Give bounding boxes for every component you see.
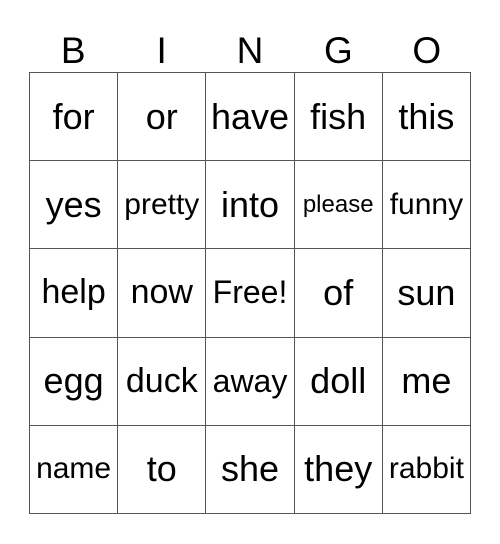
bingo-cell[interactable]: or [118, 73, 207, 162]
bingo-cell[interactable]: they [294, 425, 383, 514]
free-space-cell[interactable]: Free! [206, 249, 295, 338]
bingo-cell[interactable]: rabbit [382, 425, 471, 514]
bingo-cell[interactable]: now [118, 249, 207, 338]
bingo-cell[interactable]: me [382, 337, 471, 426]
bingo-cell[interactable]: name [30, 425, 119, 514]
bingo-cell[interactable]: help [30, 249, 119, 338]
header-letter-g: G [323, 30, 353, 71]
bingo-cell[interactable]: sun [382, 249, 471, 338]
header-letter-b: B [60, 30, 86, 71]
bingo-cell[interactable]: to [118, 425, 207, 514]
bingo-cell[interactable]: away [206, 337, 295, 426]
bingo-cell[interactable]: duck [118, 337, 207, 426]
bingo-cell[interactable]: egg [30, 337, 119, 426]
bingo-cell[interactable]: doll [294, 337, 383, 426]
bingo-cell[interactable]: into [206, 161, 295, 250]
bingo-cell[interactable]: funny [382, 161, 471, 250]
bingo-cell[interactable]: yes [30, 161, 119, 250]
header-letter-i: I [156, 30, 167, 71]
header-letter-n: N [236, 30, 264, 71]
bingo-cell[interactable]: this [382, 73, 471, 162]
bingo-cell[interactable]: of [294, 249, 383, 338]
bingo-cell[interactable]: please [294, 161, 383, 250]
bingo-cell[interactable]: fish [294, 73, 383, 162]
bingo-cell[interactable]: she [206, 425, 295, 514]
bingo-header: B I N G O [29, 30, 471, 72]
bingo-cell[interactable]: for [30, 73, 119, 162]
header-letter-o: O [412, 30, 442, 71]
bingo-cell[interactable]: have [206, 73, 295, 162]
bingo-cell[interactable]: pretty [118, 161, 207, 250]
bingo-card-grid: for or have fish this yes pretty into pl… [29, 72, 471, 514]
